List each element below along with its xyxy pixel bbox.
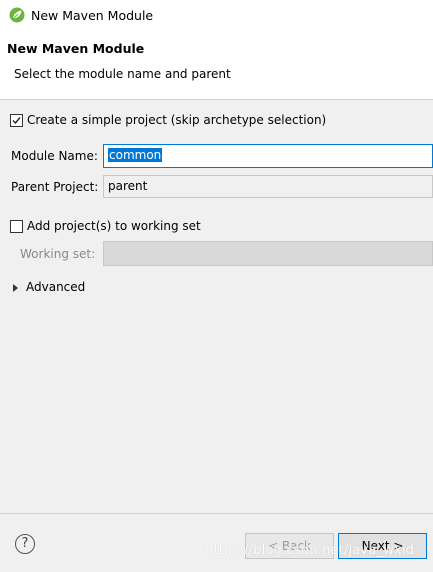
page-title: New Maven Module bbox=[7, 41, 145, 56]
simple-project-checkbox[interactable] bbox=[10, 114, 23, 127]
module-name-label: Module Name: bbox=[11, 149, 98, 163]
advanced-section-toggle[interactable]: Advanced bbox=[26, 280, 85, 294]
title-bar: New Maven Module bbox=[0, 0, 433, 31]
watermark: https://blog.csdn.net/java_wxid bbox=[205, 543, 415, 558]
module-name-input[interactable]: common bbox=[103, 144, 433, 168]
spring-leaf-icon bbox=[9, 7, 25, 23]
page-description: Select the module name and parent bbox=[14, 67, 231, 81]
simple-project-label: Create a simple project (skip archetype … bbox=[27, 113, 327, 127]
working-set-checkbox-label: Add project(s) to working set bbox=[27, 219, 201, 233]
expand-arrow-icon[interactable] bbox=[13, 284, 18, 292]
parent-project-field: parent bbox=[103, 175, 433, 198]
header-banner: New Maven Module Select the module name … bbox=[0, 31, 433, 100]
working-set-combo bbox=[103, 241, 433, 266]
parent-project-label: Parent Project: bbox=[11, 180, 99, 194]
module-name-value: common bbox=[108, 148, 163, 162]
parent-project-value: parent bbox=[108, 179, 148, 193]
working-set-checkbox[interactable] bbox=[10, 220, 23, 233]
working-set-label: Working set: bbox=[20, 247, 96, 261]
checkmark-icon bbox=[12, 117, 21, 125]
help-icon[interactable]: ? bbox=[15, 534, 35, 554]
footer-divider bbox=[0, 513, 433, 514]
window-title: New Maven Module bbox=[31, 8, 154, 23]
